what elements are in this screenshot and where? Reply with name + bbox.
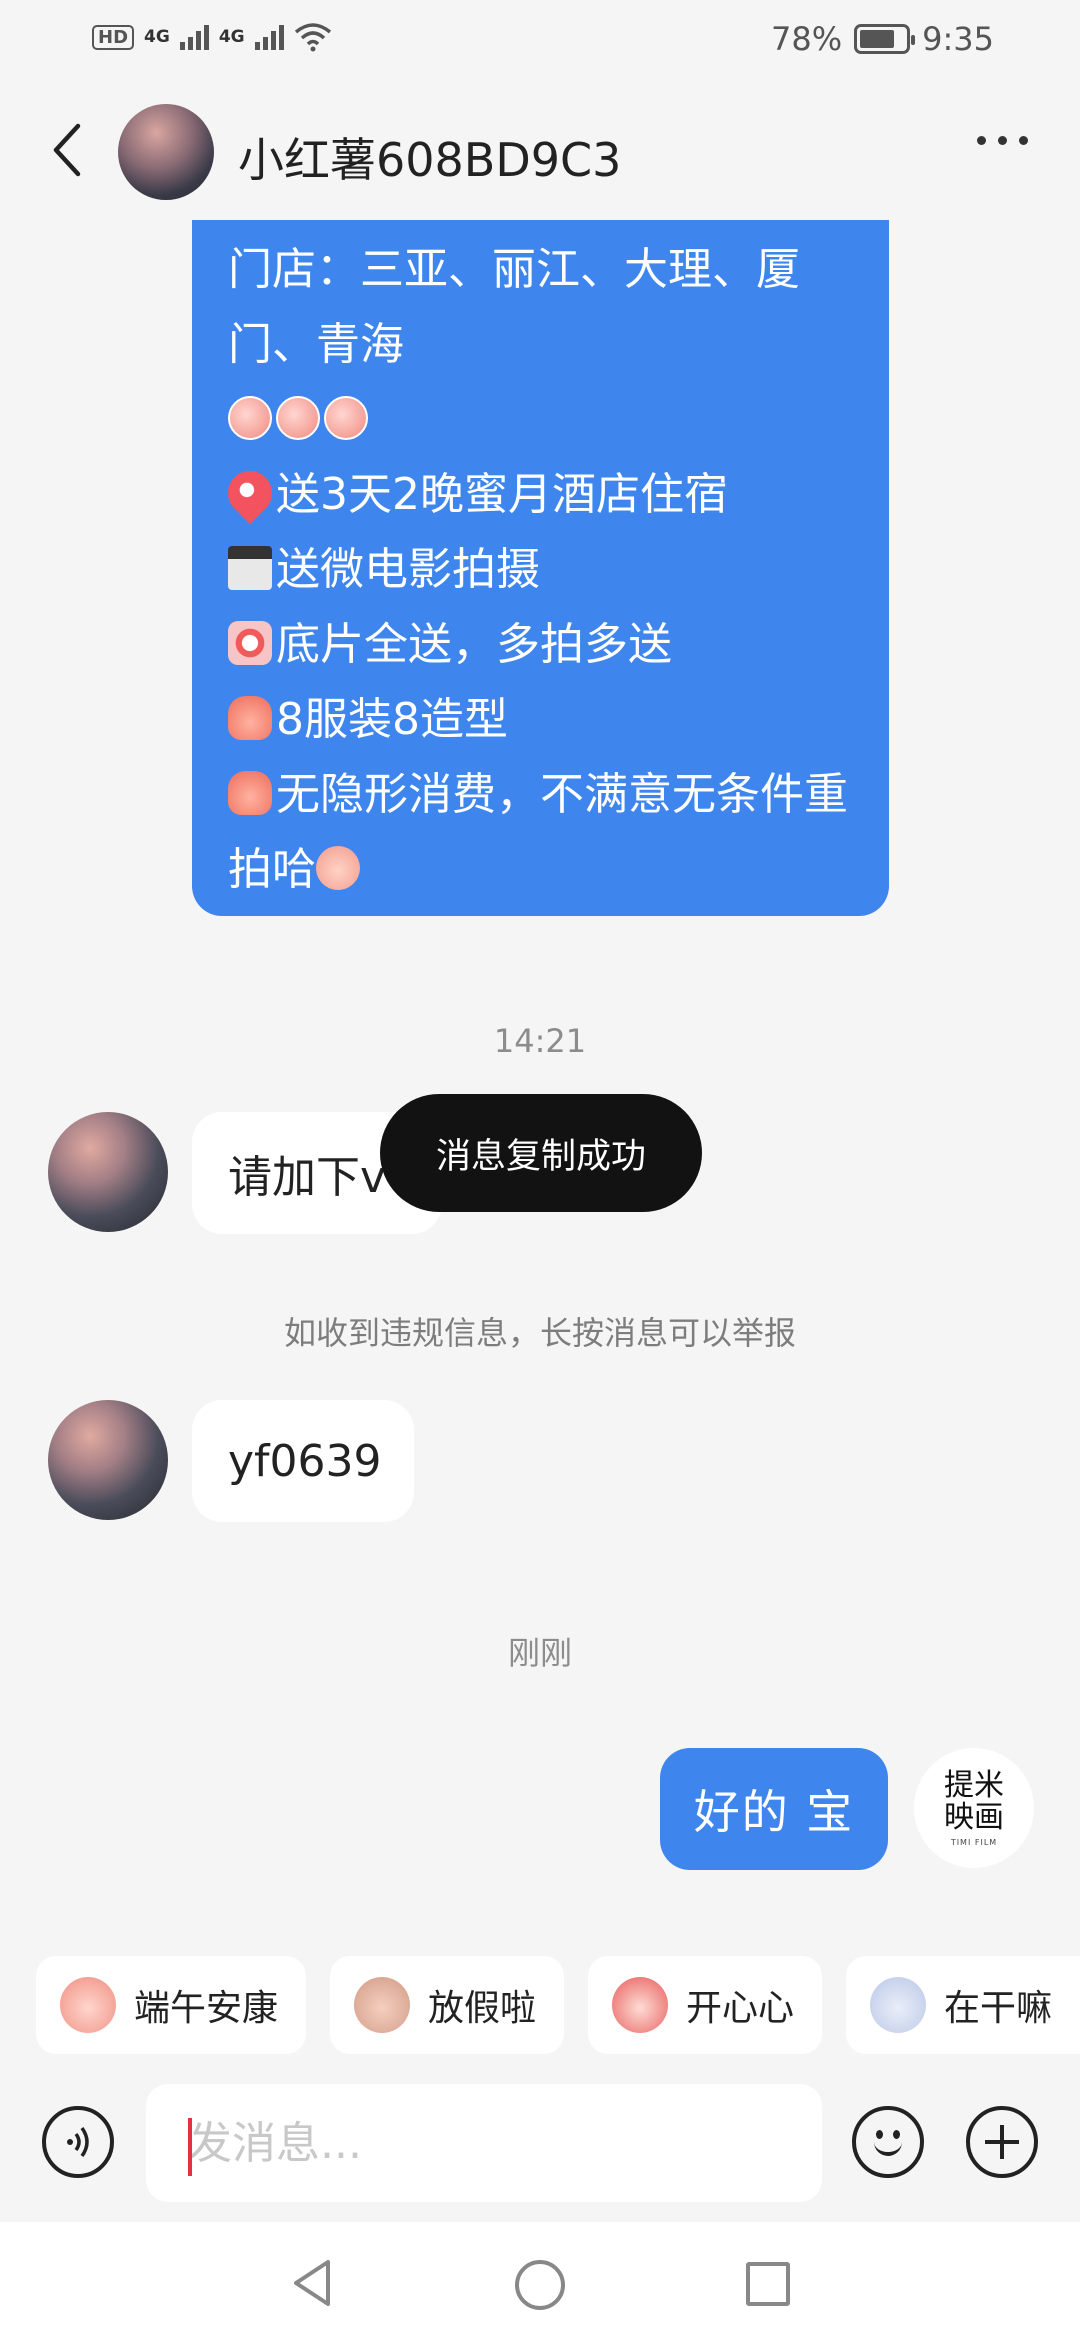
message-line: 送3天2晚蜜月酒店住宿 — [218, 457, 855, 532]
nav-home-icon[interactable] — [515, 2260, 565, 2310]
avatar-logo-sub: TIMI FILM — [950, 1837, 998, 1847]
sticker-icon — [612, 1977, 668, 2033]
thumbs-up-icon — [228, 696, 272, 740]
message-line: 底片全送，多拍多送 — [228, 607, 855, 682]
toast: 消息复制成功 — [380, 1094, 702, 1212]
timestamp: 刚刚 — [507, 1634, 572, 1672]
clapperboard-icon — [228, 546, 272, 590]
sticker-icon — [354, 1977, 410, 2033]
clock: 9:35 — [922, 20, 994, 58]
contact-name[interactable]: 小红薯608BD9C3 — [238, 124, 621, 190]
system-nav-bar — [0, 2222, 1080, 2340]
report-notice: 如收到违规信息，长按消息可以举报 — [283, 1314, 796, 1352]
message-line: 无隐形消费，不满意无条件重拍哈 — [228, 769, 848, 895]
quick-sticker-chip[interactable]: 端午安康 — [36, 1956, 306, 2054]
sticker-icon — [60, 1977, 116, 2033]
pin-icon — [218, 461, 282, 525]
quick-sticker-label: 开心心 — [686, 1988, 795, 2029]
contact-avatar[interactable] — [48, 1112, 168, 1232]
chat-header: 小红薯608BD9C3 — [0, 96, 1080, 206]
nav-recent-icon[interactable] — [746, 2262, 790, 2306]
message-text: 请加下v — [228, 1152, 387, 1203]
my-message-bubble[interactable]: 好的 宝 — [660, 1748, 888, 1870]
wifi-icon — [294, 23, 331, 52]
sim2-network-label: 4G — [218, 27, 245, 47]
my-avatar[interactable]: 提米 映画 TIMI FILM — [914, 1748, 1034, 1868]
quick-sticker-chip[interactable]: 开心心 — [588, 1956, 822, 2054]
chevron-left-icon[interactable] — [44, 118, 94, 182]
message-line: 8服装8造型 — [228, 682, 855, 757]
emoji-icon[interactable] — [852, 2106, 924, 2178]
quick-sticker-chip[interactable]: 放假啦 — [330, 1956, 564, 2054]
more-dots-icon[interactable] — [977, 136, 1028, 145]
contact-avatar[interactable] — [118, 104, 214, 200]
input-bar — [0, 2082, 1080, 2222]
message-text: yf0639 — [228, 1435, 382, 1487]
peach-sticker-icon — [228, 396, 272, 440]
message-input[interactable] — [146, 2084, 822, 2202]
quick-sticker-label: 在干嘛 — [944, 1988, 1053, 2029]
quick-sticker-label: 端午安康 — [134, 1988, 279, 2029]
timestamp: 14:21 — [493, 1022, 587, 1060]
hd-badge: HD — [92, 24, 135, 50]
signal-icon — [179, 24, 209, 50]
contact-avatar[interactable] — [48, 1400, 168, 1520]
message-line: 门店：三亚、丽江、大理、厦门、青海 — [228, 244, 800, 370]
face-sticker-icon — [316, 846, 360, 890]
quick-sticker-label: 放假啦 — [428, 1988, 537, 2029]
message-line: 送微电影拍摄 — [228, 532, 855, 607]
sticker-icon — [870, 1977, 926, 2033]
battery-icon — [854, 24, 916, 54]
quick-sticker-bar: 端午安康 放假啦 开心心 在干嘛 — [0, 1920, 1080, 2102]
signal-icon — [254, 24, 284, 50]
thumbs-up-icon — [228, 771, 272, 815]
sim1-network-label: 4G — [144, 27, 170, 47]
avatar-logo: 提米 映画 — [944, 1767, 1004, 1835]
peach-sticker-icon — [324, 396, 368, 440]
voice-icon[interactable] — [42, 2106, 114, 2178]
status-right: 78% 9:35 — [771, 20, 994, 58]
nav-back-icon[interactable] — [290, 2258, 334, 2308]
battery-percent: 78% — [771, 20, 843, 58]
status-bar: HD 4G 4G 78% 9:35 — [0, 0, 1080, 86]
message-bubble[interactable]: yf0639 — [192, 1400, 414, 1522]
message-text: 好的 宝 — [693, 1785, 855, 1839]
message-emoji-line — [228, 382, 855, 457]
peach-sticker-icon — [276, 396, 320, 440]
message-bubble-promo[interactable]: 门店：三亚、丽江、大理、厦门、青海 送3天2晚蜜月酒店住宿 送微电影拍摄 底片全… — [192, 220, 889, 916]
quick-sticker-chip[interactable]: 在干嘛 — [846, 1956, 1080, 2054]
text-caret — [188, 2118, 192, 2176]
plus-icon[interactable] — [966, 2106, 1038, 2178]
camera-icon — [228, 621, 272, 665]
status-left: HD 4G 4G — [92, 22, 332, 52]
